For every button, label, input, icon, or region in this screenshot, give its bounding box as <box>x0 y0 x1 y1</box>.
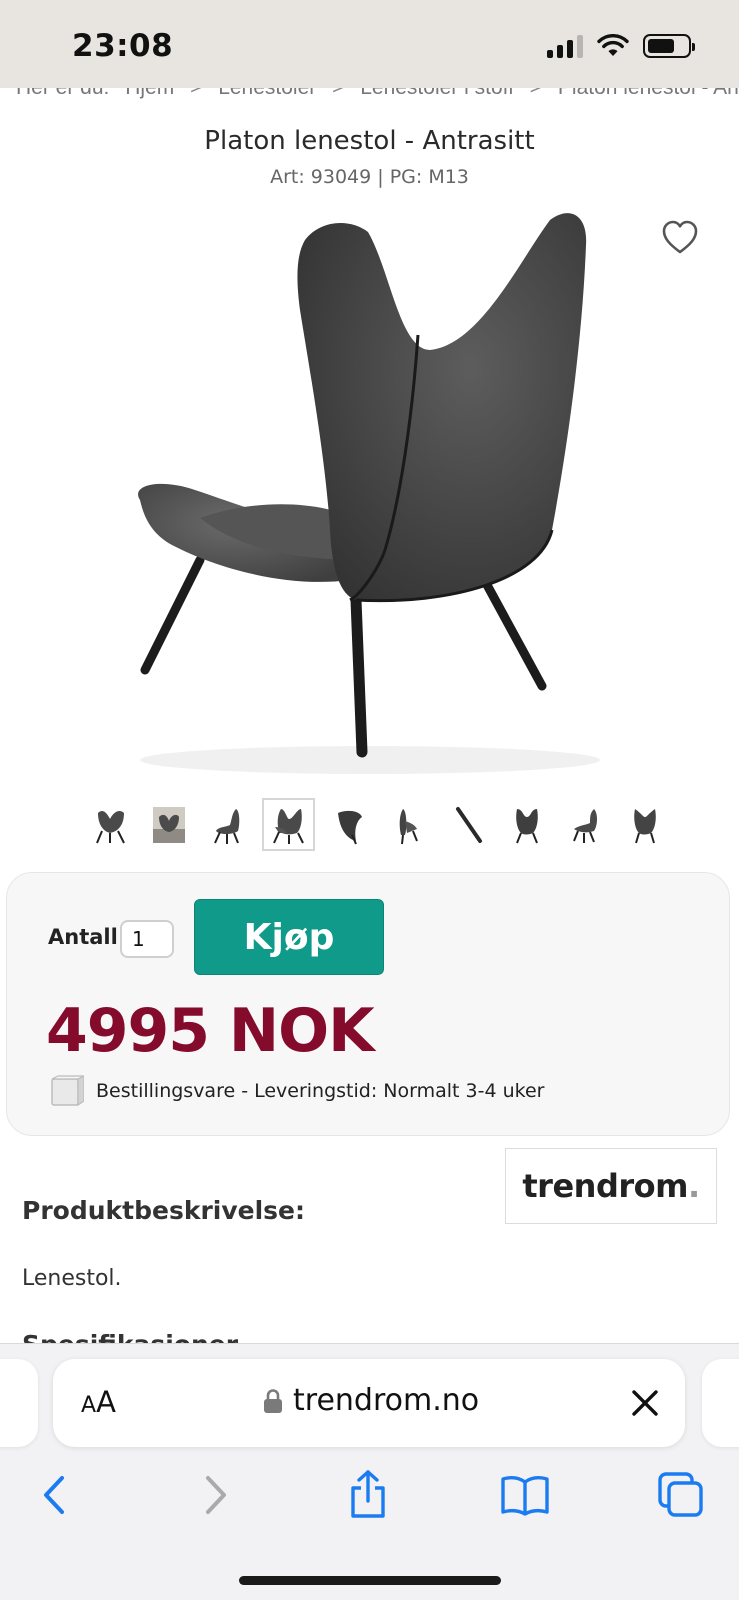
brand-name: trendrom <box>522 1167 688 1205</box>
lock-icon <box>264 1388 282 1413</box>
url-display[interactable]: trendrom.no <box>263 1383 479 1418</box>
tabs-icon <box>658 1472 703 1517</box>
brand-dot: . <box>687 1167 700 1205</box>
browser-toolbar <box>0 1470 739 1540</box>
thumbnail[interactable] <box>203 800 252 849</box>
thumbnail[interactable] <box>144 800 193 849</box>
cellular-signal-icon <box>547 34 583 58</box>
aa-small-letter: A <box>81 1393 97 1418</box>
battery-icon <box>643 34 695 58</box>
forward-icon <box>206 1476 226 1514</box>
thumbnail[interactable] <box>620 800 669 849</box>
tabs-button[interactable] <box>656 1470 706 1520</box>
quantity-input[interactable]: 1 <box>120 920 174 958</box>
thumbnail[interactable] <box>561 800 610 849</box>
description-text: Lenestol. <box>22 1266 122 1291</box>
heart-icon[interactable] <box>660 218 700 258</box>
aa-big-letter: A <box>96 1385 116 1419</box>
address-bar[interactable]: AA trendrom.no <box>53 1359 685 1447</box>
status-icons <box>547 34 695 58</box>
close-icon[interactable] <box>629 1387 661 1419</box>
thumbnail[interactable] <box>502 800 551 849</box>
bookmarks-icon <box>501 1476 549 1516</box>
quantity-label: Antall: <box>48 925 127 949</box>
status-time: 23:08 <box>72 28 174 64</box>
product-image[interactable] <box>100 200 640 780</box>
url-text: trendrom.no <box>293 1383 480 1418</box>
thumbnail[interactable] <box>443 800 492 849</box>
status-bar: 23:08 <box>0 0 739 88</box>
previous-tab-preview[interactable] <box>0 1359 38 1447</box>
product-title: Platon lenestol - Antrasitt <box>204 126 535 156</box>
reader-settings-button[interactable]: AA <box>81 1385 116 1419</box>
thumbnail[interactable] <box>325 800 374 849</box>
thumbnail[interactable] <box>85 800 134 849</box>
back-icon <box>44 1476 64 1514</box>
bookmarks-button[interactable] <box>500 1470 550 1520</box>
price: 4995 NOK <box>46 996 375 1066</box>
share-icon <box>351 1470 385 1518</box>
forward-button[interactable] <box>190 1470 240 1520</box>
brand-logo[interactable]: trendrom. <box>505 1148 717 1224</box>
thumbnail-strip <box>85 798 669 851</box>
thumbnail-active[interactable] <box>262 798 315 851</box>
page: Her er du: Hjem > Lenestoler > Lenestole… <box>0 0 739 1600</box>
next-tab-preview[interactable] <box>702 1359 739 1447</box>
product-meta: Art: 93049 | PG: M13 <box>270 166 469 188</box>
home-indicator[interactable] <box>239 1576 501 1585</box>
thumbnail[interactable] <box>384 800 433 849</box>
back-button[interactable] <box>30 1470 80 1520</box>
delivery-status: Bestillingsvare - Leveringstid: Normalt … <box>96 1080 545 1102</box>
description-heading: Produktbeskrivelse: <box>22 1196 306 1225</box>
share-button[interactable] <box>343 1470 393 1520</box>
box-icon <box>51 1075 84 1107</box>
buy-button[interactable]: Kjøp <box>194 899 384 975</box>
wifi-icon <box>597 34 629 56</box>
